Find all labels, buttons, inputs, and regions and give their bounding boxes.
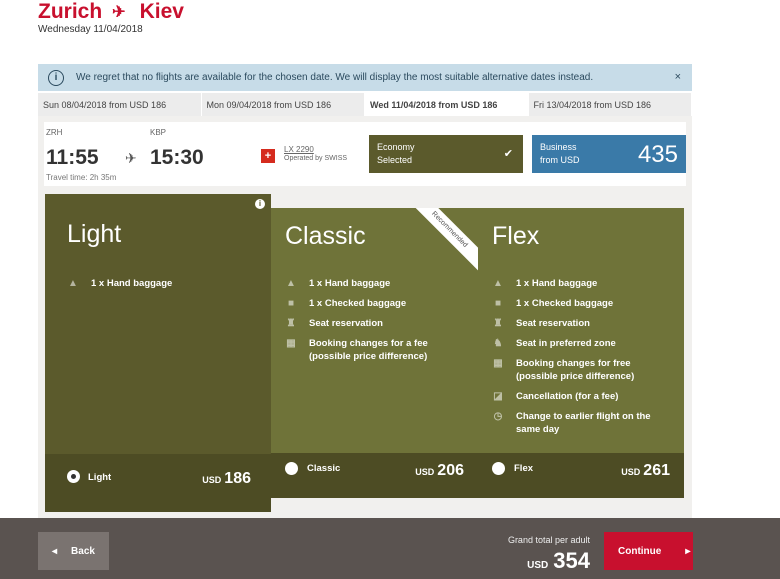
feature-item: ▦ Booking changes for a fee (possible pri…	[286, 338, 428, 362]
fare-footer: Light USD 186	[45, 454, 271, 512]
travel-time: Travel time: 2h 35m	[46, 173, 117, 182]
fare-price: USD 186	[202, 470, 251, 487]
feature-item: ♞ Seat in preferred zone	[493, 338, 616, 349]
fare-radio-flex[interactable]	[492, 462, 505, 475]
no-flights-notice: i We regret that no flights are availabl…	[38, 64, 692, 91]
recommended-ribbon: Recommended	[408, 208, 478, 278]
calendar-icon: ▦	[286, 338, 296, 349]
grand-total-label: Grand total per adult	[507, 535, 590, 545]
hand-baggage-icon: ▲	[68, 278, 78, 289]
swiss-flag-icon: +	[261, 149, 275, 163]
feature-item: ■ 1 x Checked baggage	[285, 297, 459, 310]
business-option[interactable]: Business from USD 435	[532, 135, 686, 173]
fare-price: USD 261	[621, 462, 670, 479]
origin-city: Zurich	[38, 0, 103, 23]
fare-features: ▲ 1 x Hand baggage ■ 1 x Checked baggage ♜…	[492, 277, 666, 443]
seat-icon: ♜	[286, 318, 296, 329]
fare-classic[interactable]: Recommended Classic ▲ 1 x Hand baggage ■ 1…	[271, 208, 478, 498]
departure-code: ZRH	[46, 128, 63, 137]
info-icon: i	[48, 69, 64, 86]
fare-name: Light	[67, 220, 122, 248]
hand-baggage-icon: ▲	[493, 278, 503, 289]
fare-name: Flex	[492, 222, 540, 250]
feature-item: ◷ Change to earlier flight on the same da…	[493, 411, 651, 435]
destination-city: Kiev	[139, 0, 184, 23]
back-button[interactable]: ◂ Back	[38, 532, 109, 570]
bottom-bar: ◂ Back Grand total per adult USD 354 Cont…	[0, 518, 780, 579]
feature-item: ◪ Cancellation (for a fee)	[493, 391, 619, 402]
route-title: Zurich ✈ Kiev	[38, 0, 184, 24]
radio-label: Classic	[307, 463, 341, 474]
feature-item: ▦ Booking changes for free (possible pric…	[493, 358, 635, 382]
feature-item: ▲ 1 x Hand baggage	[493, 278, 598, 289]
feature-item: ♜ Seat reservation	[286, 318, 383, 329]
feature-item: ▲ 1 x Hand baggage	[68, 278, 173, 289]
flight-number-link[interactable]: LX 2290	[284, 145, 314, 154]
date-tab-wed[interactable]: Wed 11/04/2018 from USD 186	[365, 93, 529, 116]
date-tab-mon[interactable]: Mon 09/04/2018 from USD 186	[202, 93, 365, 116]
seat-icon: ♜	[493, 318, 503, 329]
date-tab-fri[interactable]: Fri 13/04/2018 from USD 186	[529, 93, 692, 116]
fare-footer: Flex USD 261	[478, 453, 684, 498]
continue-button[interactable]: Continue ▸	[604, 532, 693, 570]
fare-radio-light[interactable]	[67, 470, 80, 483]
plane-icon: ✈	[125, 150, 137, 166]
arrival-time: 15:30	[150, 146, 204, 169]
check-icon: ✔	[503, 148, 513, 160]
fare-features: ▲ 1 x Hand baggage	[67, 277, 241, 297]
fare-light[interactable]: i Light ▲ 1 x Hand baggage Light USD 186	[45, 194, 271, 512]
fare-radio-classic[interactable]	[285, 462, 298, 475]
calendar-icon: ▦	[493, 358, 503, 369]
fare-name: Classic	[285, 222, 366, 250]
fare-features: ▲ 1 x Hand baggage ■ 1 x Checked baggage ♜…	[285, 277, 459, 370]
travel-date: Wednesday 11/04/2018	[38, 24, 143, 35]
feature-item: ■ 1 x Checked baggage	[492, 297, 666, 310]
checked-baggage-icon: ■	[287, 298, 295, 309]
fare-footer: Classic USD 206	[271, 453, 478, 498]
preferred-seat-icon: ♞	[493, 338, 503, 349]
clock-icon: ◷	[493, 411, 503, 422]
plane-icon: ✈	[112, 4, 126, 21]
flight-summary: ZRH 11:55 ✈ KBP 15:30 Travel time: 2h 35…	[44, 122, 686, 186]
departure-time: 11:55	[46, 146, 99, 169]
feature-item: ♜ Seat reservation	[493, 318, 590, 329]
date-selector: Sun 08/04/2018 from USD 186 Mon 09/04/20…	[38, 93, 692, 116]
checked-baggage-icon: ■	[494, 298, 502, 309]
business-price: 435	[637, 141, 678, 168]
chevron-right-icon: ▸	[685, 545, 691, 557]
notice-text: We regret that no flights are available …	[76, 72, 594, 83]
radio-label: Light	[88, 472, 112, 483]
economy-label: Economy	[377, 142, 415, 152]
cancellation-icon: ◪	[493, 391, 503, 402]
grand-total-price: USD 354	[527, 548, 590, 573]
date-tab-sun[interactable]: Sun 08/04/2018 from USD 186	[38, 93, 202, 116]
close-icon[interactable]: ×	[675, 71, 681, 83]
feature-item: ▲ 1 x Hand baggage	[286, 278, 391, 289]
fare-flex[interactable]: Flex ▲ 1 x Hand baggage ■ 1 x Checked bagg…	[478, 208, 684, 498]
fare-price: USD 206	[415, 462, 464, 479]
radio-label: Flex	[514, 463, 534, 474]
economy-status: Selected	[377, 155, 413, 165]
hand-baggage-icon: ▲	[286, 278, 296, 289]
operated-by: Operated by SWISS	[284, 155, 348, 162]
arrival-code: KBP	[150, 128, 167, 137]
chevron-left-icon: ◂	[52, 545, 58, 557]
economy-option[interactable]: Economy Selected ✔	[369, 135, 523, 173]
info-icon[interactable]: i	[255, 199, 265, 209]
